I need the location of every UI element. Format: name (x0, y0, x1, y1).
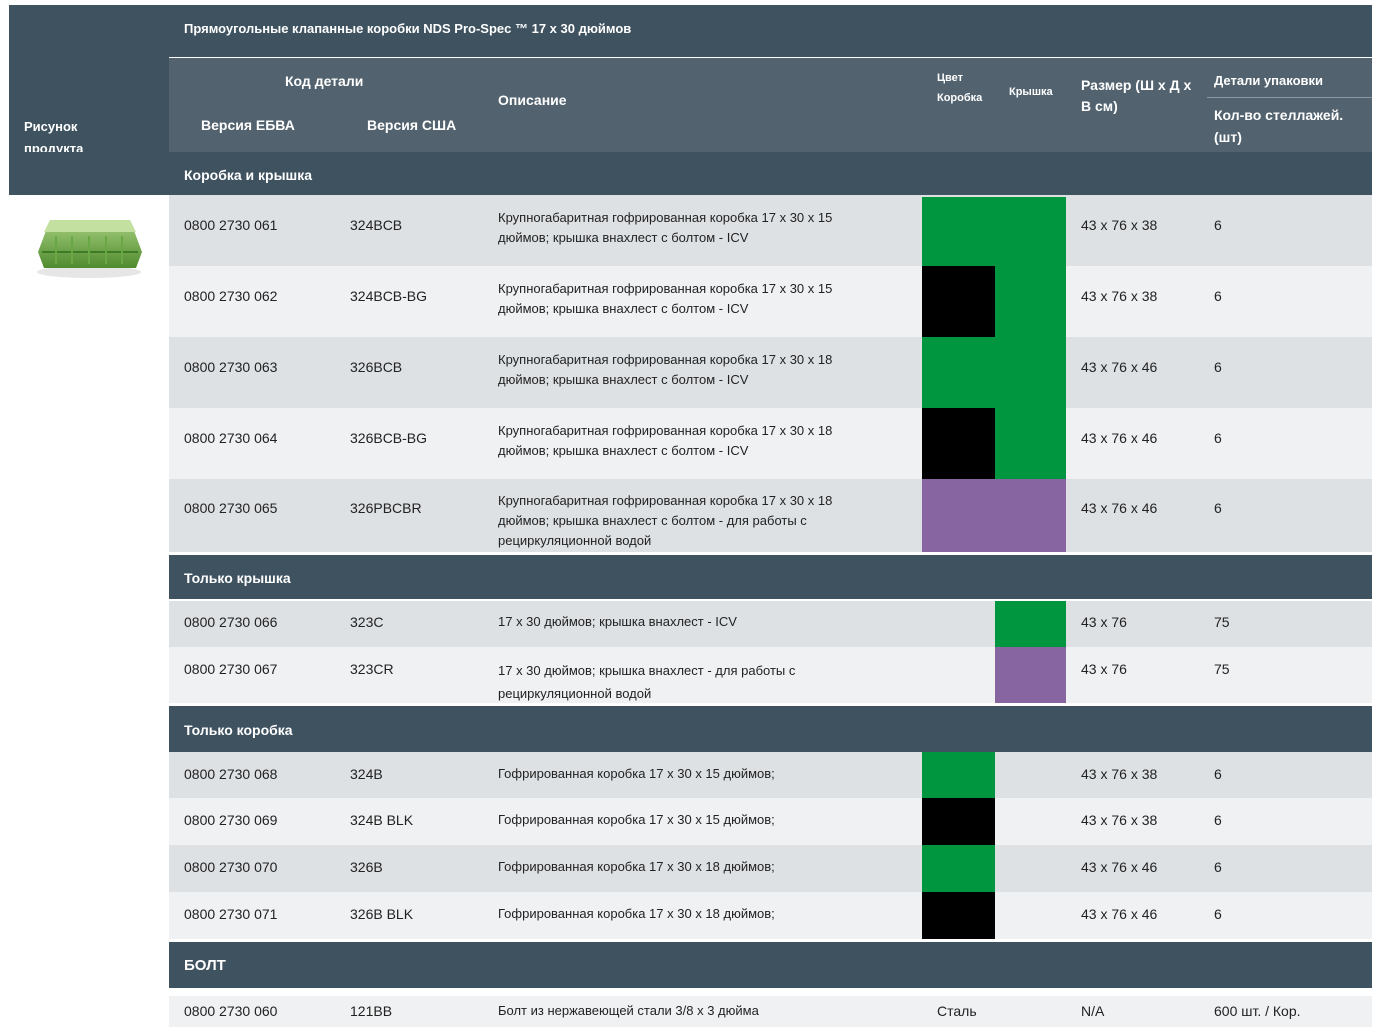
cell-ebva: 0800 2730 062 (184, 288, 278, 304)
cell-qty: 6 (1214, 500, 1222, 516)
cell-description: Крупногабаритная гофрированная коробка 1… (498, 210, 833, 245)
cell-ebva: 0800 2730 071 (184, 906, 278, 922)
cell-qty: 6 (1214, 859, 1222, 875)
cell-qty: 6 (1214, 288, 1222, 304)
cell-description: Гофрированная коробка 17 x 30 x 15 дюймо… (498, 812, 775, 827)
color-swatch-box (922, 845, 995, 892)
cell-description: 17 x 30 дюймов; крышка внахлест - ICV (498, 614, 737, 629)
cell-size: 43 x 76 x 38 (1081, 812, 1158, 828)
color-swatch-box (922, 479, 995, 552)
cell-size: 43 x 76 x 46 (1081, 430, 1158, 446)
header-ebva: Версия ЕБВА (201, 117, 295, 133)
section-title: Только коробка (184, 722, 293, 738)
cell-usa: 326BCB-BG (350, 430, 428, 446)
cell-description: Гофрированная коробка 17 x 30 x 18 дюймо… (498, 859, 775, 874)
cell-size: 43 x 76 x 46 (1081, 859, 1158, 875)
cell-size: 43 x 76 (1081, 661, 1127, 677)
color-swatch-box (922, 266, 995, 337)
color-swatch-box (922, 197, 995, 266)
cell-description: Крупногабаритная гофрированная коробка 1… (498, 423, 833, 458)
section-title: БОЛТ (184, 957, 226, 974)
cell-qty: 6 (1214, 812, 1222, 828)
color-swatch-box (922, 892, 995, 939)
cell-size: 43 x 76 x 46 (1081, 500, 1158, 516)
color-swatch-lid (995, 479, 1066, 552)
color-swatch-box (922, 752, 995, 798)
cell-ebva: 0800 2730 069 (184, 812, 278, 828)
cell-usa: 324B (350, 766, 383, 782)
cell-usa: 323C (350, 614, 384, 630)
section-header (169, 706, 1372, 752)
color-swatch-lid (995, 337, 1066, 408)
cell-ebva: 0800 2730 067 (184, 661, 278, 677)
cell-usa: 323CR (350, 661, 394, 677)
cell-color-text: Сталь (937, 1003, 977, 1019)
cell-description: Крупногабаритная гофрированная коробка 1… (498, 281, 833, 316)
cell-qty: 600 шт. / Кор. (1214, 1003, 1301, 1019)
cell-size: 43 x 76 x 38 (1081, 766, 1158, 782)
cell-qty: 75 (1214, 614, 1230, 630)
cell-description: Крупногабаритная гофрированная коробка 1… (498, 493, 833, 548)
header-color: Цвет (937, 72, 964, 84)
color-swatch-box (922, 408, 995, 479)
cell-ebva: 0800 2730 070 (184, 859, 278, 875)
cell-usa: 121BB (350, 1003, 393, 1019)
color-swatch-lid (995, 266, 1066, 337)
cell-usa: 326B (350, 859, 383, 875)
cell-ebva: 0800 2730 065 (184, 500, 278, 516)
color-swatch-lid (995, 197, 1066, 266)
cell-usa: 326B BLK (350, 906, 414, 922)
cell-qty: 75 (1214, 661, 1230, 677)
cell-ebva: 0800 2730 061 (184, 217, 278, 233)
header-color-box: Коробка (937, 92, 983, 104)
section-title: Коробка и крышка (184, 167, 313, 183)
cell-size: 43 x 76 x 46 (1081, 359, 1158, 375)
cell-usa: 326BCB (350, 359, 403, 375)
cell-description: 17 x 30 дюймов; крышка внахлест - для ра… (498, 663, 796, 701)
cell-size: 43 x 76 x 38 (1081, 217, 1158, 233)
color-swatch-lid (995, 408, 1066, 479)
header-qty: Кол-во стеллажей. (шт) (1214, 107, 1344, 145)
color-swatch-lid (995, 647, 1066, 703)
section-header (169, 942, 1372, 988)
cell-usa: 324B BLK (350, 812, 414, 828)
header-color-lid: Крышка (1009, 86, 1053, 98)
header-size: Размер (Ш x Д x В см) (1081, 77, 1192, 114)
cell-description: Болт из нержавеющей стали 3/8 x 3 дюйма (498, 1003, 759, 1018)
header-part-code: Код детали (285, 73, 364, 89)
cell-usa: 326PBCBR (350, 500, 422, 516)
cell-size: 43 x 76 (1081, 614, 1127, 630)
cell-usa: 324BCB-BG (350, 288, 428, 304)
cell-description: Крупногабаритная гофрированная коробка 1… (498, 352, 833, 387)
table-title: Прямоугольные клапанные коробки NDS Pro-… (184, 21, 632, 36)
cell-size: N/A (1081, 1003, 1105, 1019)
product-image (32, 212, 147, 280)
color-swatch-box (922, 337, 995, 408)
cell-qty: 6 (1214, 906, 1222, 922)
cell-qty: 6 (1214, 430, 1222, 446)
cell-description: Гофрированная коробка 17 x 30 x 15 дюймо… (498, 766, 775, 781)
cell-size: 43 x 76 x 38 (1081, 288, 1158, 304)
header-packaging: Детали упаковки (1214, 73, 1324, 88)
header-usa: Версия США (367, 117, 457, 133)
cell-description: Гофрированная коробка 17 x 30 x 18 дюймо… (498, 906, 775, 921)
packaging-divider (1207, 97, 1372, 98)
cell-qty: 6 (1214, 359, 1222, 375)
section-header (169, 555, 1372, 599)
cell-size: 43 x 76 x 46 (1081, 906, 1158, 922)
color-swatch-lid (995, 601, 1066, 647)
cell-ebva: 0800 2730 063 (184, 359, 278, 375)
cell-qty: 6 (1214, 217, 1222, 233)
cell-ebva: 0800 2730 068 (184, 766, 278, 782)
header-description: Описание (498, 92, 567, 108)
cell-qty: 6 (1214, 766, 1222, 782)
color-swatch-box (922, 798, 995, 845)
cell-ebva: 0800 2730 066 (184, 614, 278, 630)
cell-ebva: 0800 2730 060 (184, 1003, 278, 1019)
cell-usa: 324BCB (350, 217, 403, 233)
section-title: Только крышка (184, 570, 291, 586)
cell-ebva: 0800 2730 064 (184, 430, 278, 446)
